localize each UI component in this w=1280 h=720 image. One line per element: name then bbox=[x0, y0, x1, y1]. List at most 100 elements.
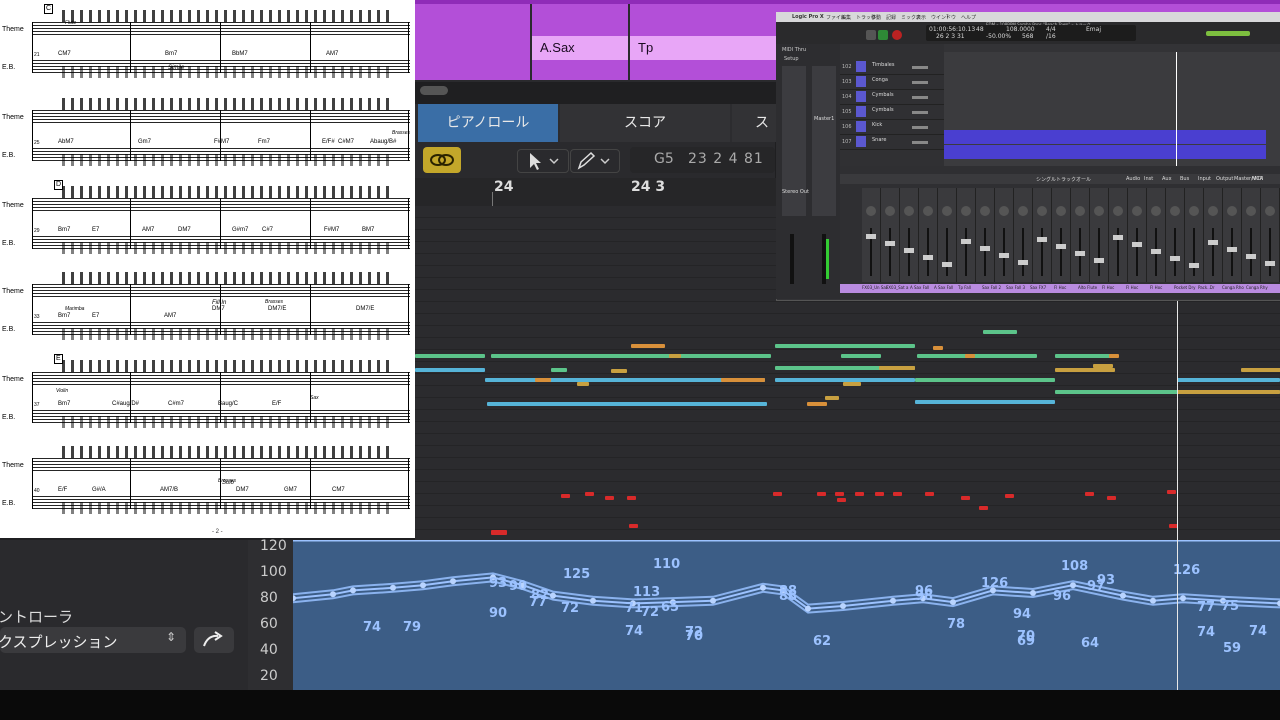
track-volume[interactable] bbox=[912, 126, 928, 129]
midi-note[interactable] bbox=[775, 344, 915, 348]
fader-track[interactable] bbox=[1098, 228, 1100, 276]
fader-cap[interactable] bbox=[1018, 260, 1028, 265]
fader-cap[interactable] bbox=[961, 239, 971, 244]
track-row[interactable]: 102 Timbales bbox=[840, 60, 944, 75]
midi-note-red[interactable] bbox=[875, 492, 884, 496]
arrange-area[interactable] bbox=[944, 52, 1280, 166]
fader-track[interactable] bbox=[1193, 228, 1195, 276]
pan-knob[interactable] bbox=[1208, 206, 1218, 216]
fader-track[interactable] bbox=[1022, 228, 1024, 276]
control-point[interactable] bbox=[1070, 582, 1076, 589]
track-volume[interactable] bbox=[912, 81, 928, 84]
midi-note-red[interactable] bbox=[491, 530, 507, 535]
track-row[interactable]: 106 Kick bbox=[840, 120, 944, 135]
fader-track[interactable] bbox=[1269, 228, 1271, 276]
fader-cap[interactable] bbox=[923, 255, 933, 260]
fader-cap[interactable] bbox=[1189, 263, 1199, 268]
mixer-filter-button[interactable]: Bus bbox=[1180, 176, 1189, 182]
fader-cap[interactable] bbox=[1170, 256, 1180, 261]
track-row[interactable]: 103 Conga bbox=[840, 75, 944, 90]
midi-note[interactable] bbox=[551, 368, 567, 372]
menu-item[interactable]: 表示 bbox=[916, 14, 926, 21]
track-row[interactable]: 105 Cymbals bbox=[840, 105, 944, 120]
midi-note-red[interactable] bbox=[605, 496, 614, 500]
mixer-filter-button[interactable]: Audio bbox=[1126, 176, 1140, 182]
fader-cap[interactable] bbox=[904, 248, 914, 253]
pan-knob[interactable] bbox=[1189, 206, 1199, 216]
controller-curve[interactable]: 93 90908277 72 71746511311012574 79727072888… bbox=[290, 537, 1280, 690]
pan-knob[interactable] bbox=[1056, 206, 1066, 216]
control-point[interactable] bbox=[350, 587, 356, 594]
control-point[interactable] bbox=[805, 605, 811, 612]
mixer-tab[interactable]: トラック bbox=[1056, 176, 1076, 183]
midi-note[interactable] bbox=[983, 330, 1017, 334]
mixer-filter-button[interactable]: Output bbox=[1216, 176, 1233, 182]
control-point[interactable] bbox=[1120, 592, 1126, 599]
pan-knob[interactable] bbox=[980, 206, 990, 216]
menu-item[interactable]: ? bbox=[946, 14, 949, 20]
menu-item[interactable]: 移動 bbox=[871, 14, 881, 21]
menu-item[interactable]: 記録 bbox=[886, 14, 896, 21]
fader-cap[interactable] bbox=[999, 253, 1009, 258]
pan-knob[interactable] bbox=[1018, 206, 1028, 216]
control-point[interactable] bbox=[1150, 597, 1156, 604]
fader-cap[interactable] bbox=[1037, 237, 1047, 242]
mixer-filter-button[interactable]: Inst bbox=[1144, 176, 1153, 182]
pan-knob[interactable] bbox=[1094, 206, 1104, 216]
control-point[interactable] bbox=[890, 597, 896, 604]
fader-track[interactable] bbox=[1060, 228, 1062, 276]
midi-note-red[interactable] bbox=[585, 492, 594, 496]
pan-knob[interactable] bbox=[1227, 206, 1237, 216]
pan-knob[interactable] bbox=[961, 206, 971, 216]
record-button[interactable] bbox=[892, 30, 902, 40]
midi-note[interactable] bbox=[491, 354, 771, 358]
fader-cap[interactable] bbox=[1246, 254, 1256, 259]
midi-note[interactable] bbox=[1055, 368, 1115, 372]
midi-note-red[interactable] bbox=[817, 492, 826, 496]
control-point[interactable] bbox=[420, 582, 426, 589]
midi-note[interactable] bbox=[965, 354, 975, 358]
midi-note[interactable] bbox=[915, 400, 1055, 404]
stop-button[interactable] bbox=[866, 30, 876, 40]
track-volume[interactable] bbox=[912, 66, 928, 69]
pan-knob[interactable] bbox=[866, 206, 876, 216]
midi-note[interactable] bbox=[1093, 364, 1113, 368]
fader-track[interactable] bbox=[927, 228, 929, 276]
control-point[interactable] bbox=[590, 597, 596, 604]
link-button[interactable] bbox=[423, 147, 461, 173]
pan-knob[interactable] bbox=[1265, 206, 1275, 216]
midi-note[interactable] bbox=[631, 344, 665, 348]
midi-note[interactable] bbox=[917, 354, 1037, 358]
control-point[interactable] bbox=[950, 599, 956, 606]
midi-note[interactable] bbox=[915, 378, 1055, 382]
tab-score[interactable]: スコア bbox=[560, 104, 730, 142]
midi-note-red[interactable] bbox=[855, 492, 864, 496]
midi-note-red[interactable] bbox=[835, 492, 844, 496]
pan-knob[interactable] bbox=[942, 206, 952, 216]
midi-note[interactable] bbox=[1177, 378, 1280, 382]
midi-note-red[interactable] bbox=[893, 492, 902, 496]
fader-track[interactable] bbox=[1003, 228, 1005, 276]
track-row[interactable]: 104 Cymbals bbox=[840, 90, 944, 105]
track-volume[interactable] bbox=[912, 141, 928, 144]
volume-slider[interactable] bbox=[1206, 31, 1250, 36]
fader-cap[interactable] bbox=[1265, 261, 1275, 266]
control-point[interactable] bbox=[760, 584, 766, 591]
control-point[interactable] bbox=[450, 578, 456, 585]
mixer-filter-button[interactable]: Input bbox=[1198, 176, 1211, 182]
fader-track[interactable] bbox=[1136, 228, 1138, 276]
fader-track[interactable] bbox=[889, 228, 891, 276]
fader-cap[interactable] bbox=[1208, 240, 1218, 245]
midi-note[interactable] bbox=[487, 402, 767, 406]
midi-note[interactable] bbox=[1241, 368, 1280, 372]
scroll-handle[interactable] bbox=[420, 86, 448, 95]
playhead[interactable] bbox=[1177, 300, 1178, 690]
track-volume[interactable] bbox=[912, 96, 928, 99]
midi-note[interactable] bbox=[669, 354, 681, 358]
fader-cap[interactable] bbox=[980, 246, 990, 251]
pan-knob[interactable] bbox=[1075, 206, 1085, 216]
region-snare[interactable] bbox=[944, 145, 1266, 159]
app-name[interactable]: Logic Pro X bbox=[792, 14, 824, 20]
control-point[interactable] bbox=[1180, 595, 1186, 602]
fader-track[interactable] bbox=[1231, 228, 1233, 276]
